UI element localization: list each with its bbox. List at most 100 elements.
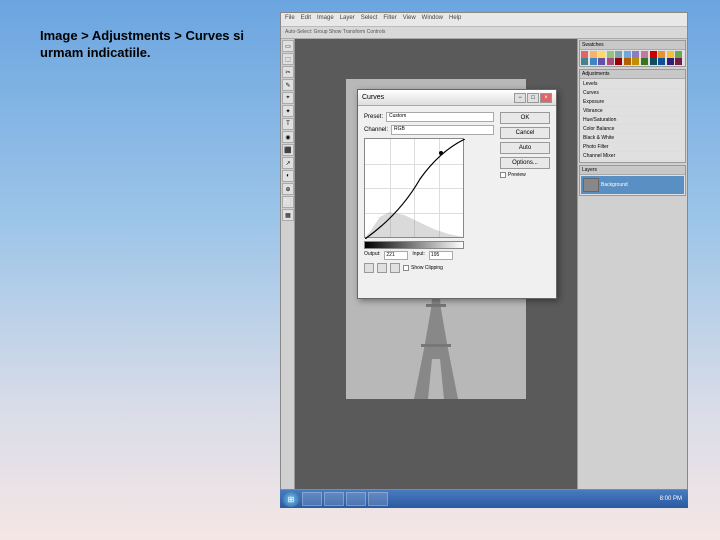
start-button[interactable]: ⊞ bbox=[282, 491, 300, 507]
shape-tool[interactable]: ◉ bbox=[282, 131, 294, 143]
swatch[interactable] bbox=[658, 51, 665, 58]
output-label: Output: bbox=[364, 251, 380, 260]
adjustment-item[interactable]: Photo Filter bbox=[581, 143, 684, 152]
preview-checkbox[interactable] bbox=[500, 172, 506, 178]
system-tray[interactable]: 8:00 PM bbox=[656, 496, 686, 502]
swatch[interactable] bbox=[607, 51, 614, 58]
gray-point-eyedropper[interactable] bbox=[377, 263, 387, 273]
curve-line[interactable] bbox=[365, 139, 465, 239]
ok-button[interactable]: OK bbox=[500, 112, 550, 124]
show-clipping-label: Show Clipping bbox=[411, 265, 443, 271]
menu-filter[interactable]: Filter bbox=[383, 15, 396, 24]
layer-name: Background bbox=[601, 182, 628, 188]
bg-color[interactable]: ▦ bbox=[282, 209, 294, 221]
swatch[interactable] bbox=[667, 58, 674, 65]
adjustment-item[interactable]: Curves bbox=[581, 89, 684, 98]
crop-tool[interactable]: ✎ bbox=[282, 79, 294, 91]
swatch[interactable] bbox=[581, 51, 588, 58]
close-icon[interactable]: × bbox=[540, 93, 552, 103]
swatch[interactable] bbox=[615, 51, 622, 58]
curves-dialog: Curves − □ × Preset: Custom Chan bbox=[357, 89, 557, 299]
brush-tool[interactable]: ✦ bbox=[282, 105, 294, 117]
swatch[interactable] bbox=[581, 58, 588, 65]
swatch[interactable] bbox=[658, 58, 665, 65]
swatch[interactable] bbox=[632, 58, 639, 65]
black-point-eyedropper[interactable] bbox=[364, 263, 374, 273]
minimize-icon[interactable]: − bbox=[514, 93, 526, 103]
canvas-area: Curves − □ × Preset: Custom Chan bbox=[295, 39, 577, 489]
menu-view[interactable]: View bbox=[403, 15, 416, 24]
layers-header[interactable]: Layers bbox=[580, 166, 685, 175]
preset-label: Preset: bbox=[364, 114, 383, 120]
dialog-titlebar[interactable]: Curves − □ × bbox=[358, 90, 556, 106]
lasso-tool[interactable]: ✂ bbox=[282, 66, 294, 78]
type-tool[interactable]: T bbox=[282, 118, 294, 130]
move-tool[interactable]: ▭ bbox=[282, 40, 294, 52]
windows-taskbar: ⊞ 8:00 PM bbox=[280, 490, 688, 508]
marquee-tool[interactable]: ⬚ bbox=[282, 53, 294, 65]
swatches-header[interactable]: Swatches bbox=[580, 41, 685, 50]
swatch[interactable] bbox=[598, 51, 605, 58]
menu-layer[interactable]: Layer bbox=[340, 15, 355, 24]
layers-panel: Layers Background bbox=[579, 165, 686, 196]
swatch[interactable] bbox=[624, 51, 631, 58]
swatch[interactable] bbox=[632, 51, 639, 58]
adjustment-item[interactable]: Channel Mixer bbox=[581, 152, 684, 161]
menu-image[interactable]: Image bbox=[317, 15, 334, 24]
preset-select[interactable]: Custom bbox=[386, 112, 494, 122]
hand-tool[interactable]: ⬛ bbox=[282, 144, 294, 156]
gradient-tool[interactable]: ◐ bbox=[282, 170, 294, 182]
explorer-taskbar-icon[interactable] bbox=[302, 492, 322, 506]
swatch[interactable] bbox=[590, 51, 597, 58]
swatch[interactable] bbox=[624, 58, 631, 65]
output-field[interactable]: 221 bbox=[384, 251, 408, 260]
channel-select[interactable]: RGB bbox=[391, 125, 494, 135]
menu-help[interactable]: Help bbox=[449, 15, 461, 24]
auto-button[interactable]: Auto bbox=[500, 142, 550, 154]
cancel-button[interactable]: Cancel bbox=[500, 127, 550, 139]
fg-color[interactable]: ⬜ bbox=[282, 196, 294, 208]
adjustment-item[interactable]: Exposure bbox=[581, 98, 684, 107]
swatch[interactable] bbox=[667, 51, 674, 58]
toolbox: ▭ ⬚ ✂ ✎ ⌖ ✦ T ◉ ⬛ ↗ ◐ ⊕ ⬜ ▦ bbox=[281, 39, 295, 489]
adjustments-header[interactable]: Adjustments bbox=[580, 70, 685, 79]
panels-area: Swatches Adjustments LevelsCurvesExposur… bbox=[577, 39, 687, 489]
swatch[interactable] bbox=[607, 58, 614, 65]
browser-taskbar-icon[interactable] bbox=[324, 492, 344, 506]
swatch[interactable] bbox=[641, 51, 648, 58]
input-label: Input: bbox=[412, 251, 425, 260]
photoshop-taskbar-icon[interactable] bbox=[346, 492, 366, 506]
menu-window[interactable]: Window bbox=[422, 15, 443, 24]
white-point-eyedropper[interactable] bbox=[390, 263, 400, 273]
menu-select[interactable]: Select bbox=[361, 15, 378, 24]
swatch[interactable] bbox=[641, 58, 648, 65]
options-bar: Auto-Select: Group Show Transform Contro… bbox=[281, 27, 687, 39]
input-field[interactable]: 195 bbox=[429, 251, 453, 260]
adjustment-item[interactable]: Vibrance bbox=[581, 107, 684, 116]
swatch[interactable] bbox=[615, 58, 622, 65]
menu-bar: File Edit Image Layer Select Filter View… bbox=[281, 13, 687, 27]
adjustment-item[interactable]: Hue/Saturation bbox=[581, 116, 684, 125]
swatch[interactable] bbox=[598, 58, 605, 65]
swatch[interactable] bbox=[590, 58, 597, 65]
adjustments-panel: Adjustments LevelsCurvesExposureVibrance… bbox=[579, 69, 686, 163]
menu-edit[interactable]: Edit bbox=[301, 15, 311, 24]
adjustment-item[interactable]: Black & White bbox=[581, 134, 684, 143]
swatch[interactable] bbox=[675, 51, 682, 58]
swatch[interactable] bbox=[650, 58, 657, 65]
options-button[interactable]: Options... bbox=[500, 157, 550, 169]
curves-graph[interactable] bbox=[364, 138, 464, 238]
menu-file[interactable]: File bbox=[285, 15, 295, 24]
swatch[interactable] bbox=[675, 58, 682, 65]
adjustment-item[interactable]: Levels bbox=[581, 80, 684, 89]
clone-tool[interactable]: ⊕ bbox=[282, 183, 294, 195]
eyedropper-tool[interactable]: ⌖ bbox=[282, 92, 294, 104]
maximize-icon[interactable]: □ bbox=[527, 93, 539, 103]
show-clipping-checkbox[interactable] bbox=[403, 265, 409, 271]
swatch[interactable] bbox=[650, 51, 657, 58]
layer-row[interactable]: Background bbox=[581, 176, 684, 194]
zoom-tool[interactable]: ↗ bbox=[282, 157, 294, 169]
app-taskbar-icon[interactable] bbox=[368, 492, 388, 506]
adjustment-item[interactable]: Color Balance bbox=[581, 125, 684, 134]
gradient-bar bbox=[364, 241, 464, 249]
